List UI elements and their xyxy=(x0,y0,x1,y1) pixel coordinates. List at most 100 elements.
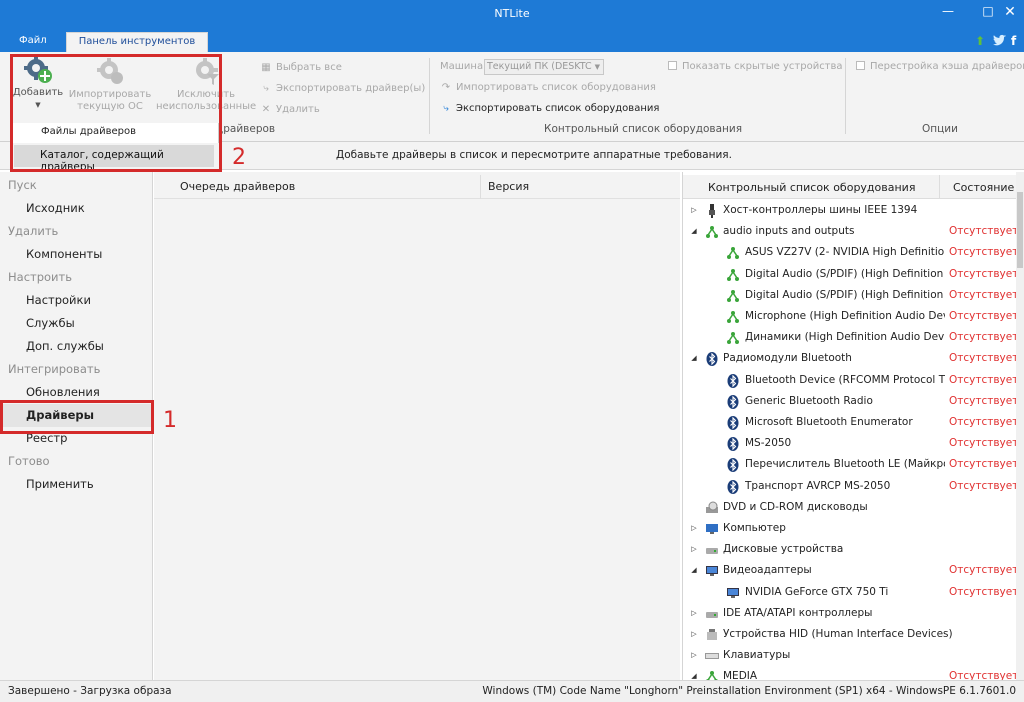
hardware-row[interactable]: ◢ Радиомодули Bluetooth Отсутствует xyxy=(683,348,1016,369)
sidebar-item[interactable]: Доп. службы xyxy=(0,335,153,358)
sidebar-item[interactable]: Компоненты xyxy=(0,243,153,266)
sidebar-item[interactable]: Применить xyxy=(0,473,153,496)
sidebar-section-header: Настроить xyxy=(8,270,73,284)
checkbox-box xyxy=(668,61,677,70)
status-missing: Отсутствует xyxy=(949,564,1016,577)
machine-label: Машина xyxy=(440,61,484,72)
expand-arrow-icon[interactable]: ▷ xyxy=(689,624,699,645)
machine-value: Текущий ПК (DESKTC xyxy=(487,61,592,72)
hardware-row[interactable]: ASUS VZ27V (2- NVIDIA High Definitio... О… xyxy=(683,242,1016,263)
status-missing: Отсутствует xyxy=(949,394,1016,407)
column-header-state[interactable]: Состояние xyxy=(953,181,1014,195)
info-message: Добавьте драйверы в список и пересмотрит… xyxy=(336,149,732,161)
column-header-version[interactable]: Версия xyxy=(488,176,529,198)
minimize-icon[interactable]: — xyxy=(938,4,958,18)
hardware-row[interactable]: ◢ MEDIA Отсутствует xyxy=(683,666,1016,680)
status-missing: Отсутствует xyxy=(949,670,1016,680)
hardware-row[interactable]: Microphone (High Definition Audio Devi..… xyxy=(683,306,1016,327)
hardware-row[interactable]: Microsoft Bluetooth Enumerator Отсутствуе… xyxy=(683,412,1016,433)
export-hw-button[interactable]: ⤷ Экспортировать список оборудования xyxy=(440,101,659,117)
scrollbar-thumb[interactable] xyxy=(1017,192,1023,268)
rebuild-cache-checkbox[interactable]: Перестройка кэша драйверов xyxy=(856,59,1024,75)
collapse-arrow-icon[interactable]: ◢ xyxy=(689,221,699,242)
maximize-icon[interactable]: □ xyxy=(978,4,998,18)
up-arrow-icon[interactable]: ⬆ xyxy=(975,34,985,48)
hardware-row[interactable]: MS-2050 Отсутствует xyxy=(683,433,1016,454)
import-hw-button[interactable]: ↷ Импортировать список оборудования xyxy=(440,80,656,96)
select-all-icon: ▦ xyxy=(261,62,271,73)
hardware-row[interactable]: ▷ Устройства HID (Human Interface Devices… xyxy=(683,624,1016,645)
tab-toolbar[interactable]: Панель инструментов xyxy=(66,32,208,52)
facebook-icon[interactable]: f xyxy=(1011,34,1016,48)
export-hw-label: Экспортировать список оборудования xyxy=(456,103,660,114)
hardware-row[interactable]: ▷ IDE ATA/ATAPI контроллеры xyxy=(683,603,1016,624)
collapse-arrow-icon[interactable]: ◢ xyxy=(689,560,699,581)
export-arrow-icon: ⤷ xyxy=(443,103,449,114)
bluetooth-icon xyxy=(726,394,740,409)
hardware-row[interactable]: ▷ Клавиатуры xyxy=(683,645,1016,666)
options-group-label: Опции xyxy=(922,123,958,135)
hardware-row[interactable]: ◢ Видеоадаптеры Отсутствует xyxy=(683,560,1016,581)
expand-arrow-icon[interactable]: ▷ xyxy=(689,539,699,560)
sidebar-item[interactable]: Службы xyxy=(0,312,153,335)
hardware-row-label: Generic Bluetooth Radio xyxy=(745,394,873,407)
hardware-row[interactable]: Digital Audio (S/PDIF) (High Definition … xyxy=(683,285,1016,306)
status-missing: Отсутствует xyxy=(949,352,1016,365)
export-drivers-button[interactable]: ⤷ Экспортировать драйвер(ы) xyxy=(260,81,425,97)
status-missing: Отсутствует xyxy=(949,373,1016,386)
hardware-row[interactable]: ▷ Дисковые устройства xyxy=(683,539,1016,560)
hardware-row-label: IDE ATA/ATAPI контроллеры xyxy=(723,606,873,619)
sidebar-item[interactable]: Настройки xyxy=(0,289,153,312)
hardware-row[interactable]: Перечислитель Bluetooth LE (Майкро... Отс… xyxy=(683,454,1016,475)
bluetooth-icon xyxy=(726,479,740,494)
status-missing: Отсутствует xyxy=(949,458,1016,471)
hardware-row[interactable]: Generic Bluetooth Radio Отсутствует xyxy=(683,391,1016,412)
status-missing: Отсутствует xyxy=(949,437,1016,450)
expand-arrow-icon[interactable]: ▷ xyxy=(689,603,699,624)
delete-label: Удалить xyxy=(276,104,320,115)
close-icon[interactable]: ✕ xyxy=(1000,4,1020,20)
delete-button[interactable]: ✕ Удалить xyxy=(260,102,320,118)
audio-icon xyxy=(705,225,719,239)
status-missing: Отсутствует xyxy=(949,416,1016,428)
driver-queue-panel[interactable]: Очередь драйверов Версия xyxy=(154,172,680,680)
hardware-list-panel: Контрольный список оборудования Состояни… xyxy=(682,172,1016,680)
disk-drive-icon xyxy=(705,607,719,621)
hardware-row[interactable]: Digital Audio (S/PDIF) (High Definition … xyxy=(683,264,1016,285)
delete-icon: ✕ xyxy=(261,104,271,115)
hardware-row-label: Дисковые устройства xyxy=(723,543,844,556)
hardware-row-label: Компьютер xyxy=(723,522,786,534)
column-divider xyxy=(480,175,481,199)
collapse-arrow-icon[interactable]: ◢ xyxy=(689,666,699,680)
drivers-group-label: драйверов xyxy=(216,123,276,135)
audio-icon xyxy=(726,331,740,345)
hardware-row[interactable]: Динамики (High Definition Audio Device) О… xyxy=(683,327,1016,348)
hardware-row[interactable]: Транспорт AVRCP MS-2050 Отсутствует xyxy=(683,476,1016,497)
hardware-row[interactable]: NVIDIA GeForce GTX 750 Ti Отсутствует xyxy=(683,582,1016,603)
column-header-queue[interactable]: Очередь драйверов xyxy=(180,176,295,198)
show-hidden-checkbox[interactable]: Показать скрытые устройства xyxy=(668,59,843,75)
select-all-button[interactable]: ▦ Выбрать все xyxy=(260,60,342,76)
hardware-row[interactable]: ▷ Хост-контроллеры шины IEEE 1394 xyxy=(683,200,1016,221)
expand-arrow-icon[interactable]: ▷ xyxy=(689,645,699,666)
hardware-row[interactable]: Bluetooth Device (RFCOMM Protocol T... От… xyxy=(683,370,1016,391)
sidebar-section-header: Готово xyxy=(8,454,50,468)
hardware-row[interactable]: ▷ Компьютер xyxy=(683,518,1016,539)
sidebar-item[interactable]: Исходник xyxy=(0,197,153,220)
bluetooth-icon xyxy=(726,437,740,452)
hid-icon xyxy=(705,628,719,642)
column-header-hardware[interactable]: Контрольный список оборудования xyxy=(708,181,915,195)
tab-file[interactable]: Файл xyxy=(19,32,47,52)
highlight-box-add-menu xyxy=(10,54,222,172)
audio-icon xyxy=(726,246,740,260)
hardware-row[interactable]: DVD и CD-ROM дисководы xyxy=(683,497,1016,518)
collapse-arrow-icon[interactable]: ◢ xyxy=(689,348,699,369)
twitter-icon[interactable] xyxy=(993,34,1007,49)
expand-arrow-icon[interactable]: ▷ xyxy=(689,200,699,221)
status-missing: Отсутствует xyxy=(949,288,1016,301)
hardware-row[interactable]: ◢ audio inputs and outputs Отсутствует xyxy=(683,221,1016,242)
hardware-row-label: Microsoft Bluetooth Enumerator xyxy=(745,416,913,428)
expand-arrow-icon[interactable]: ▷ xyxy=(689,518,699,539)
machine-select[interactable]: Текущий ПК (DESKTC ▼ xyxy=(484,59,604,75)
show-hidden-label: Показать скрытые устройства xyxy=(682,61,843,72)
